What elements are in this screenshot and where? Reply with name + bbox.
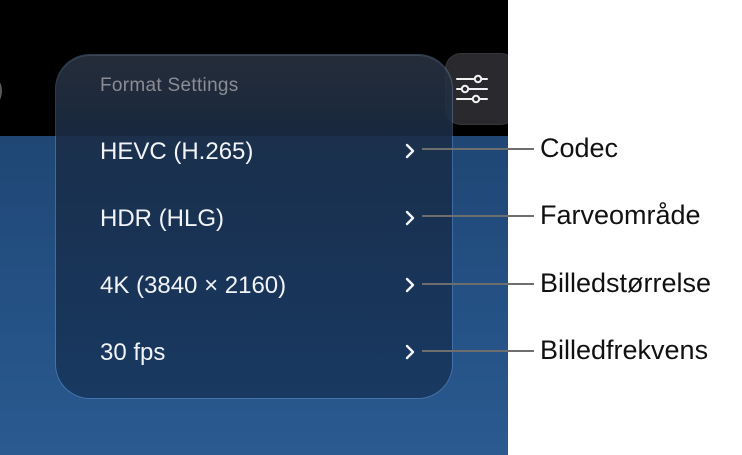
callout-codec: Codec bbox=[540, 133, 619, 163]
callout-line-frame-rate bbox=[422, 350, 534, 352]
menu-item-label: 30 fps bbox=[100, 339, 166, 366]
menu-item-label: HDR (HLG) bbox=[100, 205, 224, 232]
sliders-icon bbox=[456, 74, 488, 104]
menu-item-label: HEVC (H.265) bbox=[100, 138, 254, 165]
callout-line-codec bbox=[422, 148, 534, 150]
callout-line-color-range bbox=[422, 215, 534, 217]
menu-item-color-range[interactable]: HDR (HLG) bbox=[100, 197, 416, 237]
format-settings-panel: Format Settings HEVC (H.265) HDR (HLG) 4… bbox=[56, 55, 452, 398]
menu-item-codec[interactable]: HEVC (H.265) bbox=[100, 130, 416, 170]
menu-item-label: 4K (3840 × 2160) bbox=[100, 272, 287, 299]
callout-color-range: Farveområde bbox=[540, 200, 701, 230]
figure: Format Settings HEVC (H.265) HDR (HLG) 4… bbox=[0, 0, 742, 455]
chevron-right-icon bbox=[405, 143, 415, 159]
callout-frame-rate: Billedfrekvens bbox=[540, 335, 709, 365]
menu-item-frame-rate[interactable]: 30 fps bbox=[100, 331, 416, 371]
panel-title: Format Settings bbox=[100, 75, 239, 96]
format-settings-button[interactable] bbox=[445, 53, 508, 125]
chevron-right-icon bbox=[405, 344, 415, 360]
callout-line-resolution bbox=[422, 283, 534, 285]
chevron-right-icon bbox=[405, 277, 415, 293]
screenshot-region: Format Settings HEVC (H.265) HDR (HLG) 4… bbox=[0, 0, 508, 455]
menu-item-resolution[interactable]: 4K (3840 × 2160) bbox=[100, 264, 416, 304]
chevron-right-icon bbox=[405, 210, 415, 226]
callout-resolution: Billedstørrelse bbox=[540, 268, 712, 298]
